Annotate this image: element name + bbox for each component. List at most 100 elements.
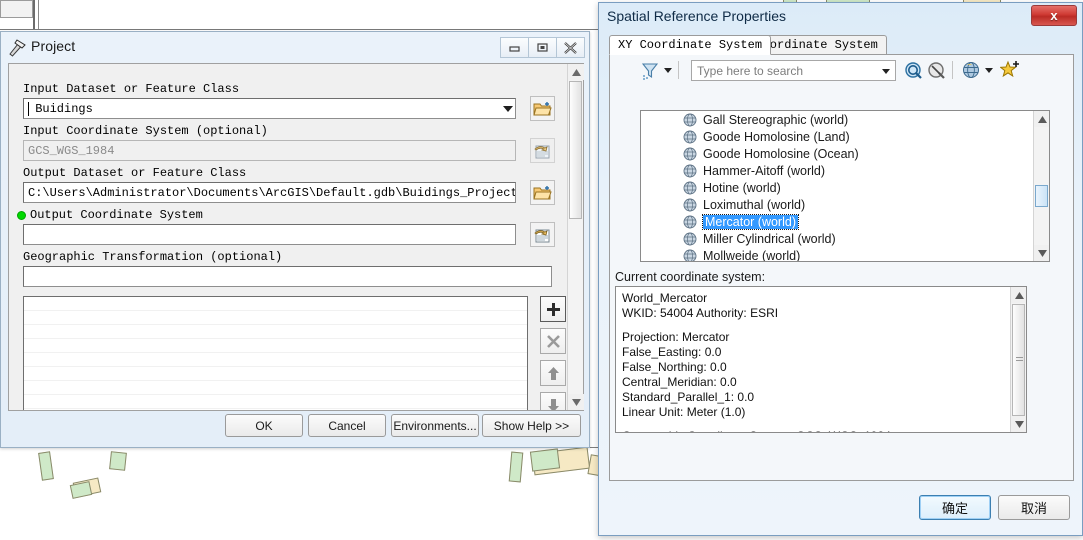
globe-dropdown-icon[interactable]: [985, 68, 993, 73]
list-item[interactable]: [24, 311, 527, 325]
building-polygon: [69, 481, 93, 499]
scroll-up-arrow[interactable]: [568, 64, 584, 80]
output-dataset-value: C:\Users\Administrator\Documents\ArcGIS\…: [28, 186, 516, 200]
move-down-button[interactable]: [540, 392, 566, 410]
environments-button[interactable]: Environments...: [391, 414, 479, 437]
project-dialog-title: Project: [31, 38, 76, 54]
magnifier-cancel-icon[interactable]: [928, 62, 946, 85]
detail-line: Projection: Mercator: [622, 330, 730, 344]
list-item[interactable]: Hammer-Aitoff (world): [641, 162, 1049, 179]
search-dropdown-icon[interactable]: [882, 69, 890, 74]
transformation-list[interactable]: [23, 296, 528, 410]
project-dialog-body: Input Dataset or Feature Class Buidings …: [8, 63, 584, 411]
project-tool-dialog: Project Input Dataset or Feature Class B…: [0, 31, 590, 448]
add-favorite-star-icon[interactable]: [999, 60, 1020, 85]
ok-button[interactable]: OK: [225, 414, 303, 437]
hammer-tool-icon: [7, 39, 27, 57]
output-dataset-label: Output Dataset or Feature Class: [23, 166, 247, 180]
input-coordinate-system-picker-button: [530, 138, 555, 163]
scrollbar-thumb[interactable]: [1035, 185, 1048, 207]
scrollbar-thumb[interactable]: [569, 81, 582, 219]
output-dataset-browse-button[interactable]: [530, 180, 555, 205]
srp-toolbar: Type here to search: [610, 55, 1073, 87]
list-item-label: Hotine (world): [703, 180, 781, 195]
scroll-up-arrow[interactable]: [1034, 111, 1049, 127]
srp-titlebar[interactable]: Spatial Reference Properties x: [599, 3, 1082, 31]
chevron-down-icon[interactable]: [503, 105, 513, 112]
scrollbar-thumb[interactable]: [1012, 304, 1025, 416]
move-up-button[interactable]: [540, 360, 566, 386]
list-item[interactable]: [24, 339, 527, 353]
list-item-label: Loximuthal (world): [703, 197, 806, 212]
list-item[interactable]: Goode Homolosine (Ocean): [641, 145, 1049, 162]
list-item[interactable]: [24, 297, 527, 311]
add-button[interactable]: [540, 296, 566, 322]
list-item-label: Miller Cylindrical (world): [703, 231, 836, 246]
list-item[interactable]: Gall Stereographic (world): [641, 111, 1049, 128]
detail-spacer: [622, 420, 1020, 429]
input-coordinate-system-label: Input Coordinate System (optional): [23, 124, 268, 138]
filter-icon[interactable]: [641, 62, 659, 85]
scroll-down-arrow[interactable]: [1011, 416, 1026, 432]
list-item-label: Hammer-Aitoff (world): [703, 163, 826, 178]
toolbar-separator-2: [952, 61, 953, 79]
search-input[interactable]: Type here to search: [691, 60, 896, 81]
list-item[interactable]: [24, 395, 527, 409]
project-dialog-titlebar[interactable]: Project: [1, 32, 589, 63]
window-controls: [500, 37, 585, 58]
output-dataset-field[interactable]: C:\Users\Administrator\Documents\ArcGIS\…: [23, 182, 516, 203]
magnifier-icon[interactable]: [905, 62, 923, 85]
input-dataset-combo[interactable]: Buidings: [23, 98, 516, 119]
list-item[interactable]: [24, 381, 527, 395]
tab-xy-coordinate-system[interactable]: XY Coordinate System: [609, 35, 772, 55]
project-body-scrollbar[interactable]: [567, 64, 584, 410]
current-coordinate-system-details[interactable]: World_Mercator WKID: 54004 Authority: ES…: [615, 286, 1027, 433]
coordinate-system-list[interactable]: Gall Stereographic (world) Goode Homolos…: [640, 110, 1050, 262]
list-item[interactable]: Miller Cylindrical (world): [641, 230, 1049, 247]
list-item[interactable]: Loximuthal (world): [641, 196, 1049, 213]
input-dataset-browse-button[interactable]: [530, 96, 555, 121]
xy-coordinate-system-panel: Type here to search Gall Stereographic (…: [609, 54, 1074, 481]
search-placeholder-text: Type here to search: [697, 64, 804, 78]
cancel-button[interactable]: Cancel: [308, 414, 386, 437]
list-item[interactable]: [24, 367, 527, 381]
geographic-transformation-label: Geographic Transformation (optional): [23, 250, 283, 264]
list-item[interactable]: [24, 353, 527, 367]
filter-dropdown-icon[interactable]: [664, 68, 672, 73]
detail-line: Geographic Coordinate System: GCS_WGS_19…: [622, 429, 1020, 432]
remove-button[interactable]: [540, 328, 566, 354]
list-item[interactable]: Goode Homolosine (Land): [641, 128, 1049, 145]
scroll-down-arrow[interactable]: [568, 394, 584, 410]
list-item-selected[interactable]: Mercator (world): [641, 213, 1049, 230]
scroll-up-arrow[interactable]: [1011, 287, 1026, 303]
map-panel-divider-secondary: [38, 0, 39, 30]
globe-icon[interactable]: [962, 61, 980, 84]
output-coordinate-system-field[interactable]: [23, 224, 516, 245]
list-item-label: Goode Homolosine (Ocean): [703, 146, 859, 161]
spatial-reference-properties-dialog: Spatial Reference Properties x XY Coordi…: [598, 2, 1083, 536]
list-item[interactable]: Hotine (world): [641, 179, 1049, 196]
list-item[interactable]: [24, 325, 527, 339]
restore-button[interactable]: [528, 37, 557, 58]
building-polygon: [109, 451, 127, 471]
close-button[interactable]: [556, 37, 585, 58]
detail-line: False_Easting: 0.0: [622, 345, 722, 359]
map-toc-panel: [0, 0, 33, 18]
list-item-label: Mollweide (world): [703, 248, 801, 262]
current-coordinate-system-label: Current coordinate system:: [615, 270, 766, 284]
coordinate-system-list-scrollbar[interactable]: [1033, 111, 1049, 261]
srp-footer: 确定 取消: [599, 489, 1082, 535]
geographic-transformation-field[interactable]: [23, 266, 552, 287]
details-scrollbar[interactable]: [1010, 287, 1026, 432]
cancel-button[interactable]: 取消: [998, 495, 1070, 520]
list-item-label: Goode Homolosine (Land): [703, 129, 850, 144]
globe-icon: [683, 249, 697, 261]
close-icon[interactable]: x: [1031, 5, 1077, 26]
minimize-button[interactable]: [500, 37, 529, 58]
confirm-button[interactable]: 确定: [919, 495, 991, 520]
scroll-down-arrow[interactable]: [1034, 245, 1049, 261]
output-coordinate-system-picker-button[interactable]: [530, 222, 555, 247]
list-item[interactable]: Mollweide (world): [641, 247, 1049, 262]
detail-line: Linear Unit: Meter (1.0): [622, 405, 746, 419]
show-help-button[interactable]: Show Help >>: [482, 414, 581, 437]
